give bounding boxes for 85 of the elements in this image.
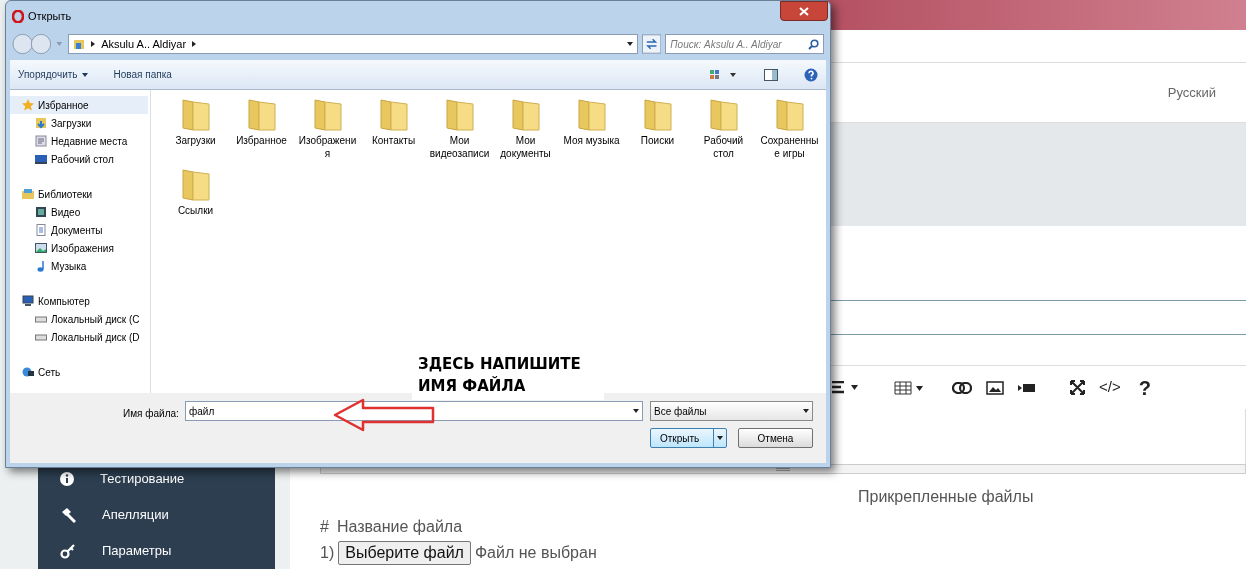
open-button[interactable]: Открыть: [650, 428, 727, 448]
close-button[interactable]: [780, 1, 828, 21]
app-icon: [12, 9, 24, 23]
music-note-icon: [35, 260, 47, 272]
star-icon: [22, 99, 34, 111]
link-icon[interactable]: [952, 381, 972, 394]
new-folder-button[interactable]: Новая папка: [113, 67, 172, 82]
sidebar-item[interactable]: Тестирование: [100, 469, 185, 489]
download-folder-icon: [35, 117, 47, 129]
nav-item[interactable]: Избранное: [10, 96, 148, 114]
refresh-icon[interactable]: [642, 34, 662, 54]
field-label: Имя файла:: [123, 407, 179, 421]
folder-label[interactable]: Избранное: [230, 134, 293, 147]
nav-item[interactable]: Загрузки: [10, 114, 148, 132]
window-title: Открыть: [28, 8, 72, 24]
document-icon: [35, 224, 47, 236]
file-status: Файл не выбран: [474, 543, 597, 563]
address-bar[interactable]: Aksulu A.. Aldiyar: [68, 34, 639, 54]
sidebar-item[interactable]: Апелляции: [102, 505, 169, 525]
nav-item[interactable]: Сеть: [10, 363, 148, 381]
nav-item[interactable]: Недавние места: [10, 132, 148, 150]
close-icon: [799, 6, 809, 16]
nav-item[interactable]: Музыка: [10, 257, 148, 275]
folder-label[interactable]: Мои видеозаписи: [428, 134, 491, 160]
code-view-button[interactable]: </>: [1099, 376, 1121, 399]
picture-icon: [35, 242, 47, 254]
nav-item[interactable]: Компьютер: [10, 292, 148, 310]
align-icon[interactable]: [832, 380, 860, 395]
file-type-dropdown[interactable]: Все файлы: [650, 401, 813, 421]
folder-label[interactable]: Загрузки: [164, 134, 227, 147]
help-icon[interactable]: [804, 67, 818, 82]
nav-item[interactable]: Локальный диск (D: [10, 328, 148, 346]
row-number: 1): [320, 543, 335, 563]
video-icon[interactable]: [1018, 382, 1036, 393]
chevron-icon: [91, 41, 96, 47]
drive-icon: [35, 313, 47, 325]
preview-pane-icon[interactable]: [764, 68, 778, 81]
language-link[interactable]: Русский: [1167, 82, 1216, 103]
dropdown-caret-icon[interactable]: [633, 409, 639, 413]
folder-label[interactable]: Изображения: [296, 134, 359, 160]
folder-label[interactable]: Моя музыка: [560, 134, 623, 147]
folder-label[interactable]: Поиски: [626, 134, 689, 147]
film-icon: [35, 206, 47, 218]
section-title: Прикрепленные файлы: [858, 487, 1034, 507]
organize-menu[interactable]: Упорядочить: [18, 67, 88, 82]
drive-icon: [35, 331, 47, 343]
arrow-icon: [333, 398, 435, 432]
dropdown-caret-icon: [803, 409, 809, 413]
nav-item[interactable]: Документы: [10, 221, 148, 239]
dropdown-caret-icon[interactable]: [627, 42, 634, 46]
search-icon[interactable]: [808, 38, 819, 50]
nav-item[interactable]: Рабочий стол: [10, 150, 148, 168]
recent-places-icon: [35, 135, 47, 147]
filename-field[interactable]: файл: [185, 401, 643, 421]
image-icon[interactable]: [986, 380, 1004, 395]
help-button[interactable]: ?: [1138, 372, 1151, 403]
nav-item[interactable]: Изображения: [10, 239, 148, 257]
column-header: #: [320, 517, 329, 537]
folder-label[interactable]: Сохраненные игры: [758, 134, 821, 160]
view-icon[interactable]: [710, 68, 738, 81]
gavel-icon: [60, 507, 76, 523]
fullscreen-icon[interactable]: [1070, 380, 1085, 395]
info-icon: [60, 472, 74, 486]
cancel-button[interactable]: Отмена: [738, 428, 813, 448]
caret-icon: [81, 72, 88, 77]
table-icon[interactable]: [894, 380, 924, 395]
desktop-icon: [35, 153, 47, 165]
folder-label[interactable]: Мои документы: [494, 134, 557, 160]
search-field[interactable]: Поиск: Aksulu A.. Aldiyar: [665, 34, 824, 54]
key-icon: [60, 543, 76, 559]
computer-icon: [22, 295, 34, 307]
folder-label[interactable]: Контакты: [362, 134, 425, 147]
nav-item[interactable]: Библиотеки: [10, 185, 148, 203]
folder-label[interactable]: Рабочий стол: [692, 134, 755, 160]
folder-label[interactable]: Ссылки: [164, 204, 227, 217]
chevron-icon[interactable]: [192, 41, 197, 47]
nav-item[interactable]: Видео: [10, 203, 148, 221]
choose-file-button[interactable]: Выберите файл: [338, 541, 471, 565]
caret-icon: [717, 436, 723, 440]
folder-icon: [73, 38, 86, 50]
nav-item[interactable]: Локальный диск (C: [10, 310, 148, 328]
network-icon: [22, 366, 34, 378]
column-header: Название файла: [336, 517, 463, 537]
sidebar-item[interactable]: Параметры: [102, 541, 172, 561]
library-icon: [22, 188, 34, 200]
